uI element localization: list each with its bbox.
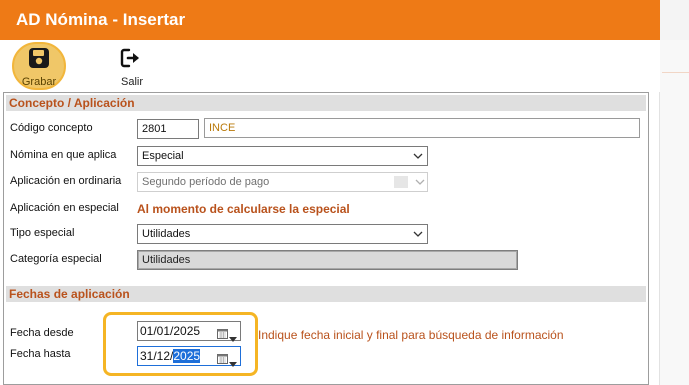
tipo-label: Tipo especial [10,227,75,239]
categoria-value: Utilidades [139,252,516,268]
exit-icon [120,48,139,68]
tipo-select[interactable]: Utilidades [137,224,428,244]
exit-label: Salir [120,76,143,88]
chevron-down-icon [413,231,423,239]
save-button[interactable]: Grabar [11,42,67,90]
chevron-down-icon [415,179,425,187]
ordinaria-value: Segundo período de pago [142,176,270,188]
section-header-fechas: Fechas de aplicación [6,286,646,302]
tipo-value: Utilidades [142,228,191,240]
especial-label: Aplicación en especial [10,202,119,214]
save-label: Grabar [21,76,57,88]
nomina-select[interactable]: Especial [137,146,428,166]
fecha-desde-label: Fecha desde [10,327,74,339]
toolbar: Grabar Salir [0,40,660,92]
window-title: AD Nómina - Insertar [16,10,186,29]
descripcion-input[interactable]: INCE [204,118,640,138]
form-panel: Concepto / Aplicación Código concepto 28… [3,92,649,385]
background-panel [660,0,689,385]
date-hint-text: Indique fecha inicial y final para búsqu… [258,328,564,342]
categoria-field: Utilidades [137,250,518,270]
date-fields-highlight [103,312,258,376]
codigo-input[interactable]: 2801 [137,119,199,139]
categoria-label: Categoría especial [10,253,102,265]
chevron-down-icon [413,153,423,161]
title-bar: AD Nómina - Insertar [0,0,660,40]
nomina-label: Nómina en que aplica [10,149,117,161]
ordinaria-label: Aplicación en ordinaria [10,175,122,187]
section-header-concepto: Concepto / Aplicación [6,95,646,111]
nomina-value: Especial [142,150,184,162]
codigo-label: Código concepto [10,122,93,134]
exit-button[interactable]: Salir [104,42,160,90]
floppy-disk-icon [29,48,49,68]
ordinaria-select: Segundo período de pago [137,172,428,192]
especial-value: Al momento de calcularse la especial [137,202,350,216]
fecha-hasta-label: Fecha hasta [10,348,71,360]
dialog-window: Grabar Salir Concepto / Aplicación Códig… [0,40,660,385]
